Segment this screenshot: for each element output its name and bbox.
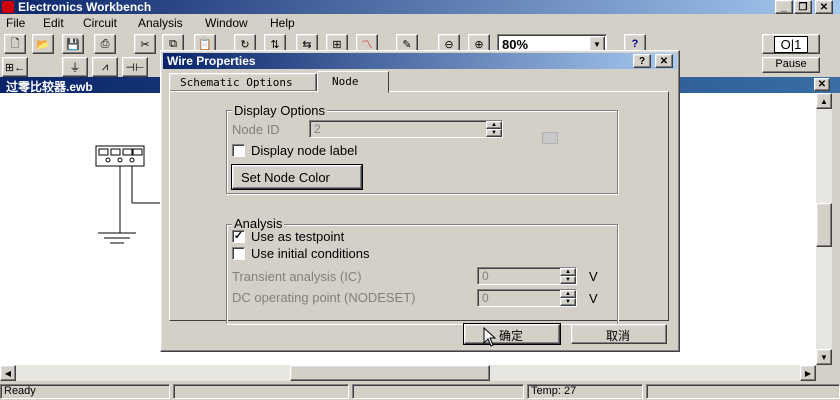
set-node-color-label: Set Node Color [241, 170, 330, 185]
app-titlebar: Electronics Workbench _ ❐ ✕ [0, 0, 840, 14]
use-as-testpoint-checkbox[interactable]: ✓ [232, 230, 245, 243]
menu-circuit[interactable]: Circuit [83, 16, 117, 30]
menu-analysis[interactable]: Analysis [138, 16, 183, 30]
ok-button[interactable]: 确定 [463, 323, 561, 345]
set-node-color-button[interactable]: Set Node Color [231, 164, 363, 190]
node-id-spinner: ▲ ▼ [486, 121, 502, 137]
tab-panel: Display Options Node ID 2 ▲ ▼ Display no… [169, 91, 669, 324]
spin-down-icon: ▼ [486, 129, 502, 137]
close-button[interactable]: ✕ [815, 0, 833, 14]
use-initial-conditions-checkbox[interactable] [232, 247, 245, 260]
parts-toolbar: ⊞← ⏚ ⩘ ⊣⊢ [0, 56, 160, 77]
dialog-titlebar: Wire Properties ? ✕ [163, 53, 677, 69]
tab-schematic-options[interactable]: Schematic Options [169, 73, 317, 91]
power-switch[interactable]: O|1 [762, 34, 820, 54]
horizontal-scroll-thumb[interactable] [290, 365, 490, 381]
tab-node-label: Node [332, 75, 359, 88]
app-title: Electronics Workbench [18, 0, 152, 14]
favorites-icon[interactable]: ⊞← [2, 57, 28, 77]
scroll-right-button[interactable]: ▶ [800, 365, 816, 381]
dc-value: 0 [482, 291, 489, 305]
mouse-cursor-icon [483, 327, 497, 347]
dialog-title: Wire Properties [167, 54, 256, 68]
menu-edit[interactable]: Edit [43, 16, 64, 30]
spin-up-icon: ▲ [560, 268, 576, 276]
status-temp: Temp: 27 [527, 384, 643, 399]
menu-window[interactable]: Window [205, 16, 248, 30]
horizontal-scrollbar[interactable]: ◀ ▶ [0, 365, 816, 381]
transient-value: 0 [482, 269, 489, 283]
display-node-label-checkbox[interactable] [232, 144, 245, 157]
status-bar: Ready Temp: 27 [0, 383, 840, 400]
spin-up-icon: ▲ [486, 121, 502, 129]
new-file-icon[interactable]: 🗋 [4, 34, 26, 54]
wire-properties-dialog: Wire Properties ? ✕ Schematic Options No… [160, 50, 680, 352]
status-cell-empty [173, 384, 349, 399]
minimize-button[interactable]: _ [775, 0, 793, 14]
menu-file[interactable]: File [6, 16, 25, 30]
dialog-close-button[interactable]: ✕ [655, 54, 673, 68]
dc-spinner: ▲ ▼ [560, 290, 576, 306]
node-id-input: 2 ▲ ▼ [309, 120, 503, 138]
node-id-value: 2 [314, 122, 321, 136]
color-swatch [542, 132, 558, 144]
vertical-scrollbar[interactable]: ▲ ▼ [816, 93, 832, 365]
menu-help[interactable]: Help [270, 16, 295, 30]
tab-schematic-options-label: Schematic Options [180, 76, 293, 89]
display-options-label: Display Options [232, 103, 328, 118]
basic-components-icon[interactable]: ⩘ [92, 57, 118, 77]
spin-down-icon: ▼ [560, 276, 576, 284]
power-label: O|1 [773, 35, 809, 53]
status-cell-empty [646, 384, 840, 399]
cancel-label: 取消 [606, 329, 631, 343]
spin-up-icon: ▲ [560, 290, 576, 298]
scroll-up-button[interactable]: ▲ [816, 93, 832, 109]
use-initial-conditions-text: Use initial conditions [251, 246, 370, 261]
spin-down-icon: ▼ [560, 298, 576, 306]
transient-input: 0 ▲ ▼ [477, 267, 577, 285]
status-cell-empty [352, 384, 524, 399]
transient-spinner: ▲ ▼ [560, 268, 576, 284]
pause-button[interactable]: Pause [762, 57, 820, 73]
restore-button[interactable]: ❐ [794, 0, 812, 14]
transient-label: Transient analysis (IC) [232, 269, 362, 284]
dc-unit: V [589, 291, 598, 306]
cut-icon[interactable]: ✂ [134, 34, 156, 54]
diodes-icon[interactable]: ⊣⊢ [122, 57, 148, 77]
scroll-down-button[interactable]: ▼ [816, 349, 832, 365]
display-node-label-text: Display node label [251, 143, 358, 158]
status-ready: Ready [0, 384, 170, 399]
document-close-button[interactable]: ✕ [814, 78, 830, 91]
node-id-label: Node ID [232, 122, 280, 137]
pause-label: Pause [775, 58, 807, 70]
scroll-left-button[interactable]: ◀ [0, 365, 16, 381]
open-folder-icon[interactable]: 📂 [32, 34, 54, 54]
app-icon[interactable] [2, 1, 14, 13]
vertical-scroll-thumb[interactable] [816, 203, 832, 247]
dialog-help-button[interactable]: ? [633, 54, 651, 68]
cancel-button[interactable]: 取消 [571, 324, 667, 344]
use-as-testpoint-text: Use as testpoint [251, 229, 345, 244]
menu-bar: File Edit Circuit Analysis Window Help [0, 14, 840, 32]
save-icon[interactable]: 💾 [62, 34, 84, 54]
transient-unit: V [589, 269, 598, 284]
tab-node[interactable]: Node [317, 71, 389, 93]
print-icon[interactable]: ⎙ [94, 34, 116, 54]
sources-icon[interactable]: ⏚ [62, 57, 88, 77]
ok-label: 确定 [499, 329, 524, 343]
dc-operating-point-input: 0 ▲ ▼ [477, 289, 577, 307]
dc-operating-point-label: DC operating point (NODESET) [232, 290, 416, 305]
